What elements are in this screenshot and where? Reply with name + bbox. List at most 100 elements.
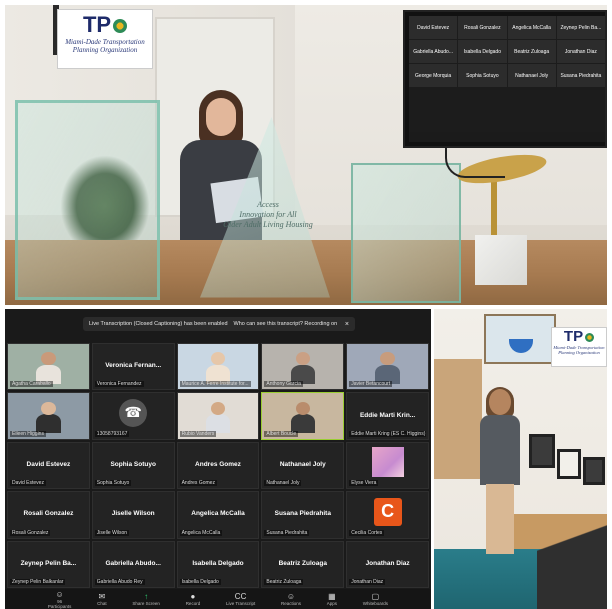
toolbar-label: Chat [97,601,107,606]
framed-award [583,457,605,485]
marble-base [475,235,527,285]
share-screen-icon: ↑ [144,592,149,601]
participant-figure [290,401,315,434]
tv-participant-tile: Susana Piedrahita [556,64,605,87]
woman-dress [480,415,520,485]
participant-tile[interactable]: Sophia Sotuyo Sophia Sotuyo [91,441,175,490]
participant-tile[interactable]: Veronica Fernan... Veronica Fernandez [91,343,175,391]
participant-tile[interactable]: Nathanael Joly Nathanael Joly [261,441,345,490]
wall-tv: David Estevez Rosali Gonzalez Angelica McC… [403,10,607,148]
toolbar-label: Participants [47,603,72,609]
participant-tile[interactable]: Eddie Marti Krin... Eddie Marti Kring (ES… [346,392,429,440]
participant-name-tag: Agatha Caraballo [10,381,53,388]
participant-tile[interactable]: Zeynep Pelin Ba... Zeynep Pelin Balkanlar [7,540,90,588]
participant-tile[interactable]: Maurice A. Ferre Institute for... [176,343,260,391]
participant-name-tag: Isabella Delgado [179,579,221,585]
engraving-line: Older Adult Living Housing [223,220,313,229]
framed-award [529,434,555,468]
award-engraving: Access Innovation for All Older Adult Li… [223,200,313,230]
tv-participant-tile: Jonathan Diaz [556,40,605,63]
apps-icon: ▦ [328,592,336,601]
apps-button[interactable]: ▦ Apps [327,592,337,606]
participant-tile[interactable]: ☎ 13058793167 [91,392,175,440]
whiteboards-button[interactable]: ▢ Whiteboards [363,592,388,606]
monitor-edge [537,514,607,609]
participant-display-name: Isabella Delgado [192,559,244,567]
glass-award-right [351,163,461,303]
tv-cable [445,148,505,178]
meeting-toolbar: ☺ 96 Participants ✉ Chat ↑ Share Screen ● Record… [5,589,431,609]
participant-tile[interactable]: David Estevez David Estevez [7,441,90,490]
toolbar-label: Share Screen [132,601,160,606]
participant-head [295,352,311,366]
toolbar-label: Reactions [280,601,301,606]
tpo-logo-circle-icon [113,19,128,34]
participant-tile[interactable]: Anthony Garcia [261,343,345,391]
collage: TP Miami-Dade Transportation Planning Or… [0,0,612,609]
participant-display-name: Nathanael Joly [279,460,326,468]
participant-display-name: Gabriella Abudo... [105,559,161,567]
tv-participant-tile: Sophia Sotuyo [458,64,507,87]
chat-button[interactable]: ✉ Chat [97,592,107,606]
participant-name-tag: Nathanael Joly [264,480,302,487]
participant-head [41,352,56,366]
participant-tile[interactable]: Angelica McCalla Angelica McCalla [176,491,260,539]
toolbar-label: Record [185,601,201,606]
tv-participant-tile: George Morquia [409,64,458,87]
reactions-button[interactable]: ☺ Reactions [281,592,301,606]
presenter-face [206,98,236,136]
participant-tile[interactable]: Rubio Vanders [176,392,260,440]
participant-name-tag: Eddie Marti Kring (ES C. Higgins) [349,430,426,437]
engraving-line: Innovation for All [239,210,297,219]
tv-taskbar [409,132,605,142]
participant-tile[interactable]: Jonathan Diaz Jonathan Diaz [346,540,429,588]
banner-link[interactable]: Who can see this transcript? Recording o… [234,321,338,327]
initial-avatar: C [373,497,402,526]
standing-woman [474,387,524,559]
participant-name-tag: Sophia Sotuyo [94,480,132,487]
participant-tile[interactable]: Elyse Viera [346,441,429,490]
participant-name-tag: Jonathan Diaz [349,579,386,585]
record-button[interactable]: ● Record [186,592,201,606]
participant-name-tag: Eileen Higgins [10,430,46,437]
gallery-view: Agatha Caraballo Veronica Fernan... Veroni… [7,343,429,588]
participant-tile[interactable]: Eileen Higgins [7,392,90,440]
participant-figure [290,352,315,384]
participant-display-name: Andres Gomez [195,460,241,468]
tv-participant-tile: Nathanael Joly [507,64,556,87]
participant-tile[interactable]: Gabriella Abudo... Gabriella Abudo Rey [91,540,175,588]
participant-name-tag: Rubio Vanders [179,430,217,437]
framed-award [557,449,581,479]
participant-tile[interactable]: Andres Gomez Andres Gomez [176,441,260,490]
tv-participant-tile: Angelica McCalla [507,16,556,39]
participant-tile[interactable]: Jiselle Wilson Jiselle Wilson [91,491,175,539]
participant-name-tag: Zeynep Pelin Balkanlar [10,579,66,585]
toolbar-label: Apps [326,601,337,606]
participant-tile[interactable]: Beatriz Zuloaga Beatriz Zuloaga [261,540,345,588]
participant-figure [205,401,231,434]
live-transcription-banner: Live Transcription (Closed Captioning) h… [83,317,355,331]
reactions-icon: ☺ [286,592,296,601]
banner-text: Live Transcription (Closed Captioning) h… [89,321,228,327]
participant-display-name: Susana Piedrahita [274,510,331,518]
participant-tile[interactable]: Isabella Delgado Isabella Delgado [176,540,260,588]
share-screen-button[interactable]: ↑ Share Screen [132,592,160,606]
close-icon[interactable]: × [345,321,349,328]
participant-tile[interactable]: Rosali Gonzalez Rosali Gonzalez [7,491,90,539]
tv-participant-tile: Isabella Delgado [458,40,507,63]
participant-tile[interactable]: Javier Betancourt [346,343,429,391]
participant-display-name: Angelica McCalla [191,510,245,518]
participant-tile[interactable]: Albert Boucle [261,392,345,440]
tpo-logo: TP [58,12,152,38]
live-transcript-button[interactable]: CC Live Transcript [226,592,255,606]
participant-figure [375,352,400,384]
woman-legs [486,484,514,554]
participant-tile[interactable]: Susana Piedrahita Susana Piedrahita [261,491,345,539]
participant-tile[interactable]: C Cecilia Cortes [346,491,429,539]
participants-button[interactable]: ☺ 96 Participants [48,590,72,609]
participant-tile[interactable]: Agatha Caraballo [7,343,90,391]
tv-participant-tile: Beatriz Zuloaga [507,40,556,63]
participant-head [295,401,311,415]
participant-display-name: Beatriz Zuloaga [278,559,327,567]
participant-head [210,401,226,415]
